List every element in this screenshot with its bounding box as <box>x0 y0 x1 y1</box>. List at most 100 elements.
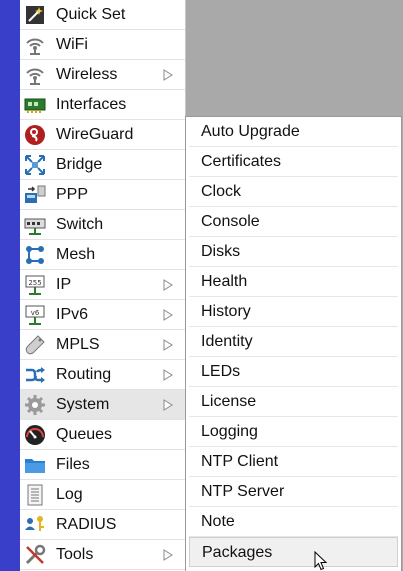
menu-item-label: WireGuard <box>56 126 134 143</box>
menu-item-label: Files <box>56 456 90 473</box>
submenu-item-label: NTP Client <box>201 453 279 470</box>
interfaces-icon <box>23 94 47 116</box>
menu-item-ppp[interactable]: PPP <box>20 180 185 210</box>
wifi-icon <box>23 34 47 56</box>
menu-item-label: Routing <box>56 366 112 383</box>
menu-item-label: MPLS <box>56 336 100 353</box>
submenu-arrow-icon <box>163 309 173 321</box>
submenu-item-label: Packages <box>202 544 273 561</box>
submenu-item-note[interactable]: Note <box>189 507 398 537</box>
submenu-item-packages[interactable]: Packages <box>189 537 398 567</box>
switch-icon <box>23 214 47 236</box>
menu-item-bridge[interactable]: Bridge <box>20 150 185 180</box>
gear-icon <box>23 394 47 416</box>
submenu-item-label: License <box>201 393 257 410</box>
menu-item-interfaces[interactable]: Interfaces <box>20 90 185 120</box>
menu-item-wireless[interactable]: Wireless <box>20 60 185 90</box>
submenu-arrow-icon <box>163 399 173 411</box>
submenu-item-label: Identity <box>201 333 253 350</box>
submenu-item-identity[interactable]: Identity <box>189 327 398 357</box>
submenu-item-health[interactable]: Health <box>189 267 398 297</box>
wireguard-icon <box>23 124 47 146</box>
submenu-item-label: Clock <box>201 183 242 200</box>
menu-item-tools[interactable]: Tools <box>20 540 185 570</box>
submenu-item-label: Console <box>201 213 260 230</box>
menu-item-label: System <box>56 396 110 413</box>
radius-icon <box>23 514 47 536</box>
menu-item-label: Quick Set <box>56 6 126 23</box>
log-icon <box>23 484 47 506</box>
submenu-item-disks[interactable]: Disks <box>189 237 398 267</box>
submenu-arrow-icon <box>163 369 173 381</box>
menu-item-mpls[interactable]: MPLS <box>20 330 185 360</box>
menu-item-label: Wireless <box>56 66 118 83</box>
submenu-item-label: History <box>201 303 251 320</box>
ipv6-icon: v6 <box>23 304 47 326</box>
submenu-item-ntp-client[interactable]: NTP Client <box>189 447 398 477</box>
menu-item-label: IP <box>56 276 72 293</box>
svg-text:v6: v6 <box>31 309 40 317</box>
submenu-item-ntp-server[interactable]: NTP Server <box>189 477 398 507</box>
submenu-item-label: LEDs <box>201 363 241 380</box>
submenu-arrow-icon <box>163 339 173 351</box>
left-accent-bar <box>0 0 20 571</box>
menu-item-label: PPP <box>56 186 89 203</box>
menu-item-label: Bridge <box>56 156 103 173</box>
mesh-icon <box>23 244 47 266</box>
menu-item-system[interactable]: System <box>20 390 185 420</box>
ppp-icon <box>23 184 47 206</box>
menu-item-ipv6[interactable]: v6 IPv6 <box>20 300 185 330</box>
submenu-item-label: Disks <box>201 243 241 260</box>
menu-item-log[interactable]: Log <box>20 480 185 510</box>
submenu-item-logging[interactable]: Logging <box>189 417 398 447</box>
submenu-item-label: Auto Upgrade <box>201 123 300 140</box>
menu-item-label: Interfaces <box>56 96 127 113</box>
menu-item-files[interactable]: Files <box>20 450 185 480</box>
menu-item-ip[interactable]: 255 IP <box>20 270 185 300</box>
mpls-icon <box>23 334 47 356</box>
main-menu: Quick Set WiFi Wireless Interfaces WireGuard… <box>20 0 186 571</box>
svg-text:255: 255 <box>28 279 41 287</box>
bridge-icon <box>23 154 47 176</box>
menu-item-label: Switch <box>56 216 104 233</box>
menu-item-label: Mesh <box>56 246 96 263</box>
submenu-item-certificates[interactable]: Certificates <box>189 147 398 177</box>
menu-item-label: WiFi <box>56 36 88 53</box>
submenu-arrow-icon <box>163 69 173 81</box>
menu-item-label: RADIUS <box>56 516 117 533</box>
tools-icon <box>23 544 47 566</box>
menu-item-wifi[interactable]: WiFi <box>20 30 185 60</box>
submenu-item-label: Certificates <box>201 153 282 170</box>
wireless-icon <box>23 64 47 86</box>
menu-item-label: Log <box>56 486 83 503</box>
menu-item-routing[interactable]: Routing <box>20 360 185 390</box>
ip-icon: 255 <box>23 274 47 296</box>
menu-item-switch[interactable]: Switch <box>20 210 185 240</box>
submenu-item-label: Health <box>201 273 248 290</box>
wand-icon <box>23 4 47 26</box>
menu-item-queues[interactable]: Queues <box>20 420 185 450</box>
menu-item-radius[interactable]: RADIUS <box>20 510 185 540</box>
menu-item-label: IPv6 <box>56 306 89 323</box>
submenu-item-auto-upgrade[interactable]: Auto Upgrade <box>189 117 398 147</box>
submenu-item-clock[interactable]: Clock <box>189 177 398 207</box>
submenu-item-license[interactable]: License <box>189 387 398 417</box>
submenu-item-leds[interactable]: LEDs <box>189 357 398 387</box>
menu-item-quick-set[interactable]: Quick Set <box>20 0 185 30</box>
submenu-item-label: NTP Server <box>201 483 285 500</box>
mouse-cursor-icon <box>314 551 328 571</box>
menu-item-wireguard[interactable]: WireGuard <box>20 120 185 150</box>
routing-icon <box>23 364 47 386</box>
system-submenu: Auto Upgrade Certificates Clock Console Disk… <box>185 116 402 571</box>
submenu-item-console[interactable]: Console <box>189 207 398 237</box>
submenu-arrow-icon <box>163 549 173 561</box>
submenu-item-label: Note <box>201 513 235 530</box>
queues-icon <box>23 424 47 446</box>
folder-icon <box>23 454 47 476</box>
submenu-item-label: Logging <box>201 423 258 440</box>
submenu-item-history[interactable]: History <box>189 297 398 327</box>
menu-item-label: Queues <box>56 426 113 443</box>
submenu-arrow-icon <box>163 279 173 291</box>
menu-item-label: Tools <box>56 546 94 563</box>
menu-item-mesh[interactable]: Mesh <box>20 240 185 270</box>
